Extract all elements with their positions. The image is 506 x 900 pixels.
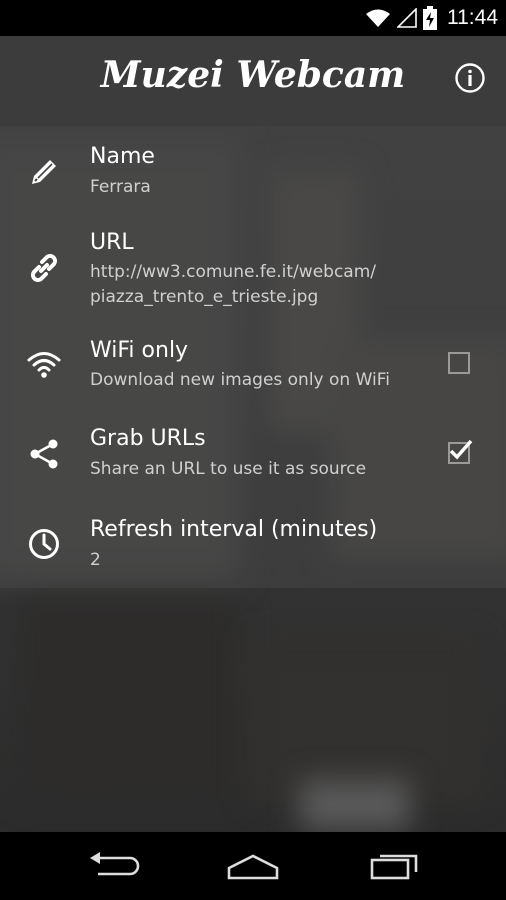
setting-summary: Share an URL to use it as source <box>90 459 367 479</box>
grab-urls-checkbox[interactable] <box>448 439 473 464</box>
wifi-icon <box>366 9 390 27</box>
navigation-bar <box>0 832 506 900</box>
setting-title: Refresh interval (minutes) <box>90 517 378 542</box>
settings-list: Name Ferrara URL http://ww3.comune.fe.it… <box>0 126 506 588</box>
setting-title: Grab URLs <box>90 426 206 451</box>
setting-wifi-only[interactable]: WiFi only Download new images only on Wi… <box>0 320 506 410</box>
recents-icon[interactable] <box>364 850 424 882</box>
checkmark-icon <box>449 439 473 460</box>
info-icon[interactable] <box>454 62 486 94</box>
setting-refresh-interval[interactable]: Refresh interval (minutes) 2 <box>0 500 506 588</box>
setting-grab-urls[interactable]: Grab URLs Share an URL to use it as sour… <box>0 410 506 500</box>
app-bar: Muzei Webcam <box>0 36 506 126</box>
setting-name[interactable]: Name Ferrara <box>0 126 506 214</box>
setting-url[interactable]: URL http://ww3.comune.fe.it/webcam/ piaz… <box>0 214 506 320</box>
setting-summary: Ferrara <box>90 177 151 197</box>
link-icon <box>31 254 57 282</box>
setting-title: WiFi only <box>90 338 189 363</box>
clock-time: 11:44 <box>447 6 498 29</box>
clock-icon <box>29 529 59 559</box>
setting-title: URL <box>90 230 134 255</box>
share-icon <box>30 439 58 469</box>
wifi-only-checkbox[interactable] <box>448 352 470 374</box>
pencil-icon <box>32 160 56 184</box>
app-title: Muzei Webcam <box>100 54 406 96</box>
wifi-icon <box>27 352 61 378</box>
setting-summary: http://ww3.comune.fe.it/webcam/ piazza_t… <box>90 262 376 307</box>
cell-signal-icon <box>397 8 417 28</box>
setting-summary: 2 <box>90 550 101 570</box>
setting-summary: Download new images only on WiFi <box>90 370 391 390</box>
battery-charging-icon <box>423 6 437 30</box>
back-icon[interactable] <box>84 850 144 882</box>
home-icon[interactable] <box>223 850 283 882</box>
setting-title: Name <box>90 144 155 169</box>
status-bar: 11:44 <box>0 0 506 36</box>
